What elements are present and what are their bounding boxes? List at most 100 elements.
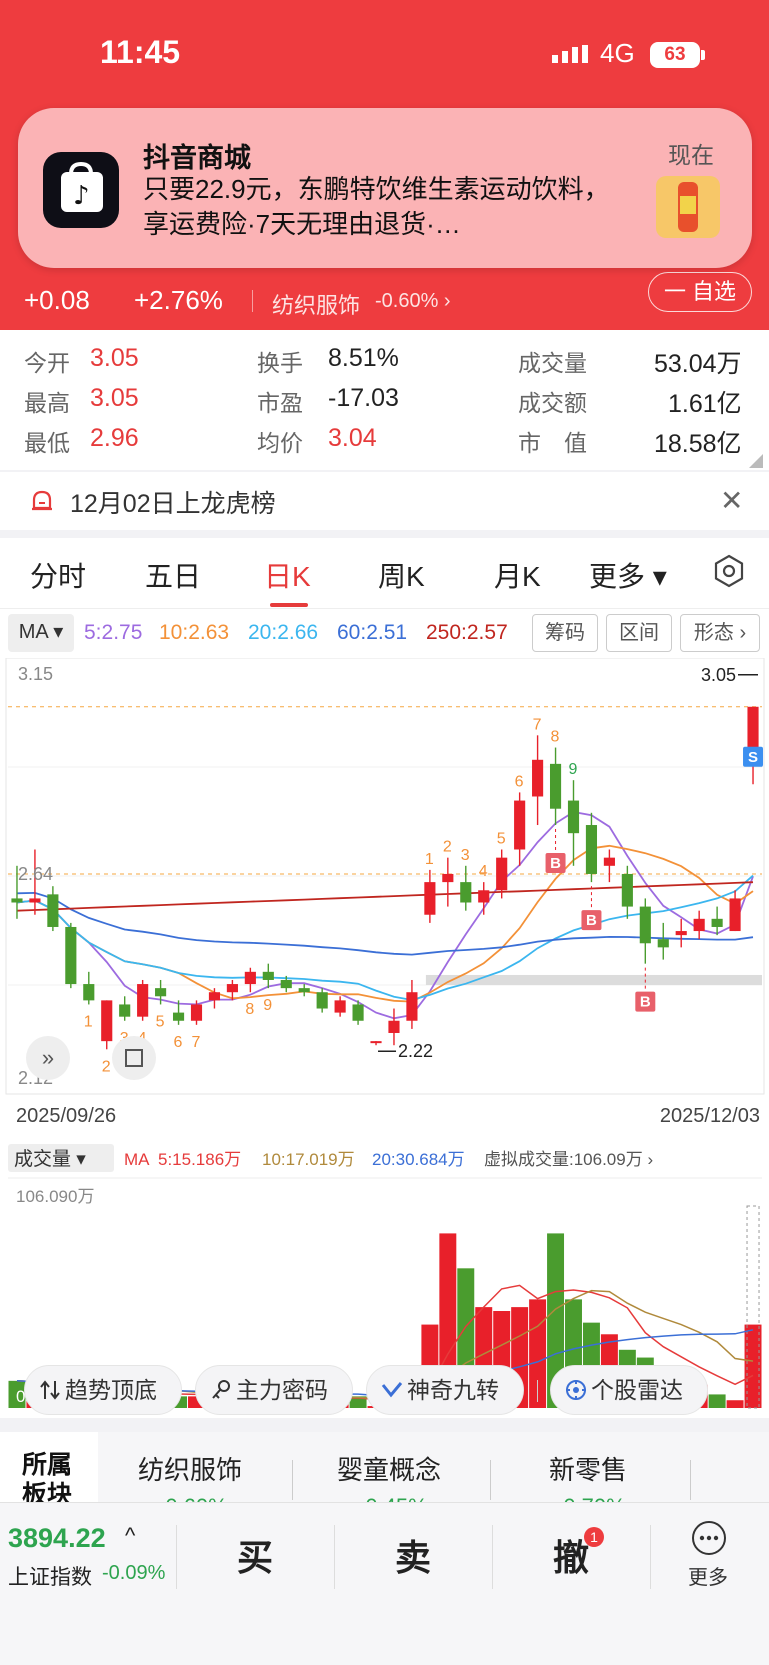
sector-item-infant[interactable]: 婴童概念 <box>337 1450 441 1487</box>
price-change-row: +0.08 +2.76% 纺织服饰 -0.60% › 一 自选 <box>0 272 769 322</box>
pattern-button[interactable]: 形态 › <box>680 614 760 652</box>
stock-radar-button[interactable]: 个股雷达 <box>550 1365 708 1415</box>
open-label: 今开 <box>24 350 70 376</box>
candle-body <box>352 1004 364 1021</box>
candle-body <box>567 800 580 834</box>
high-label: 最高 <box>24 390 70 416</box>
nine-turn-label: 5 <box>497 830 506 847</box>
pe-value: -17.03 <box>328 384 399 412</box>
volume-ma20: 20:30.684万 <box>372 1150 465 1169</box>
candle-body <box>280 979 292 989</box>
open-value: 3.05 <box>90 344 139 372</box>
nine-turn-label: 6 <box>515 773 524 790</box>
tab-daily-k[interactable]: 日K <box>264 555 311 595</box>
notification-time: 现在 <box>668 142 714 168</box>
tab-five-day[interactable]: 五日 <box>145 555 201 595</box>
candle-body <box>729 898 741 932</box>
belong-sector-label: 所属板块 <box>22 1451 73 1509</box>
sell-button[interactable]: 卖 <box>395 1529 431 1581</box>
kline-chart[interactable]: 3.152.122.642025/09/26 2025/12/033.052.22… <box>0 658 769 1418</box>
radar-icon <box>566 1380 586 1400</box>
amount-value: 1.61亿 <box>668 390 742 418</box>
nine-turn-label: 7 <box>192 1034 201 1051</box>
nine-turn-label: 3 <box>461 847 470 864</box>
more-label[interactable]: 更多 <box>688 1561 728 1590</box>
candle-body <box>155 988 167 997</box>
interval-button[interactable]: 区间 <box>606 614 672 652</box>
double-chevron-icon: » <box>42 1045 54 1070</box>
price-mark-label: 2.64 <box>18 864 53 884</box>
sector-link[interactable]: 纺织服饰 <box>272 288 360 320</box>
nine-turn-label: 7 <box>533 716 542 733</box>
candle-body <box>693 918 705 932</box>
ma20-value: 20:2.66 <box>248 621 319 644</box>
pe-label: 市盈 <box>257 390 303 416</box>
svg-text:♪: ♪ <box>73 181 90 211</box>
low-label: 最低 <box>24 430 70 456</box>
expand-corner-icon[interactable] <box>749 454 763 468</box>
candle-body <box>603 857 615 866</box>
price-top-label: 3.15 <box>18 664 53 684</box>
tab-more[interactable]: 更多 ▾ <box>589 555 667 595</box>
chip-distribution-button[interactable]: 筹码 <box>532 614 598 652</box>
sector-change[interactable]: -0.60% › <box>375 290 451 313</box>
stats-panel: 今开 3.05 最高 3.05 最低 2.96 换手 8.51% 市盈 -17.… <box>0 330 769 470</box>
magic-nine-turn-button[interactable]: 神奇九转 <box>366 1365 524 1415</box>
dragon-tiger-text: 12月02日上龙虎榜 <box>70 490 276 518</box>
candle-body <box>442 873 454 883</box>
buy-button[interactable]: 买 <box>237 1529 273 1581</box>
change-absolute: +0.08 <box>24 285 90 315</box>
high-value: 3.05 <box>90 384 139 412</box>
candle-body <box>226 984 238 993</box>
turnover-label: 换手 <box>257 350 303 376</box>
up-down-arrows-icon <box>40 1380 60 1400</box>
volume-ma-label: MA <box>124 1150 150 1169</box>
check-wave-icon <box>381 1382 403 1398</box>
ma60-value: 60:2.51 <box>337 621 408 644</box>
candle-body <box>478 890 490 903</box>
ma-selector[interactable]: MA ▾ <box>8 614 74 652</box>
volume-selector-label: 成交量 ▾ <box>14 1148 86 1170</box>
index-value[interactable]: 3894.22 <box>8 1523 106 1554</box>
trend-top-bottom-button[interactable]: 趋势顶底 <box>24 1365 182 1415</box>
candle-body <box>172 1012 185 1021</box>
index-name: 上证指数 <box>8 1566 92 1589</box>
candle-body <box>137 984 149 1017</box>
tab-weekly-k[interactable]: 周K <box>378 555 425 595</box>
sector-item-new-retail[interactable]: 新零售 <box>549 1450 627 1487</box>
low-price-label: 2.22 <box>398 1041 433 1061</box>
date-start-label: 2025/09/26 <box>16 1105 116 1127</box>
magic-nine-turn-label: 神奇九转 <box>407 1377 499 1403</box>
nine-turn-label: 8 <box>245 1001 254 1018</box>
nine-turn-label: 1 <box>84 1013 93 1030</box>
low-value: 2.96 <box>90 424 139 452</box>
candle-body <box>460 882 472 903</box>
notification-banner[interactable]: ♪ 抖音商城 只要22.9元，东鹏特饮维生素运动饮料，享运费险·7天无理由退货·… <box>18 108 752 268</box>
main-force-code-button[interactable]: 主力密码 <box>195 1365 353 1415</box>
candle-body <box>388 1020 400 1033</box>
more-icon[interactable] <box>692 1521 726 1555</box>
tab-monthly-k[interactable]: 月K <box>494 555 541 595</box>
volume-bar <box>726 1400 744 1408</box>
volume-bar <box>708 1394 726 1408</box>
tab-intraday[interactable]: 分时 <box>30 555 86 595</box>
watchlist-button[interactable]: 一 自选 <box>648 272 752 312</box>
volume-label: 成交量 <box>518 350 587 376</box>
candle-body <box>370 1041 382 1044</box>
candle-body <box>11 898 23 903</box>
nine-turn-label: 9 <box>569 761 578 778</box>
close-icon[interactable]: ✕ <box>720 484 743 517</box>
ma250-value: 250:2.57 <box>426 621 508 644</box>
mktcap-label: 市 值 <box>518 430 587 456</box>
belong-sector-tab[interactable]: 所属板块 <box>0 1432 98 1509</box>
candle-body <box>29 898 41 903</box>
candle-body <box>119 1004 131 1017</box>
dragon-tiger-banner[interactable]: 12月02日上龙虎榜 ✕ <box>0 472 769 530</box>
settings-hexagon-icon[interactable] <box>713 554 745 588</box>
sector-item-textile[interactable]: 纺织服饰 <box>138 1450 242 1487</box>
candle-body <box>514 800 526 850</box>
nine-turn-label: 2 <box>443 839 452 856</box>
trend-top-bottom-label: 趋势顶底 <box>65 1377 157 1403</box>
bottom-trade-bar: 3894.22 ^ 上证指数 -0.09% 买 卖 撤 1 更多 <box>0 1502 769 1665</box>
index-expand-icon[interactable]: ^ <box>125 1523 135 1549</box>
